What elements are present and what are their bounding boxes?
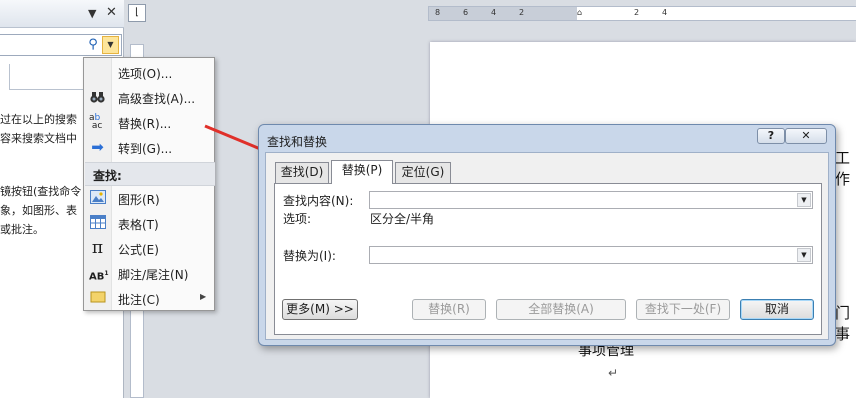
menu-item-label: 批注(C) (118, 293, 160, 307)
menu-item-goto[interactable]: ➡ 转到(G)... (84, 135, 214, 160)
pi-icon: π (91, 238, 104, 258)
menu-item-label: 选项(O)... (118, 67, 173, 81)
menu-item-label: 高级查找(A)... (118, 92, 196, 106)
replace-with-label: 替换为(I): (283, 249, 336, 263)
ruler-tick: 8 (435, 8, 441, 17)
find-what-input[interactable]: ▼ (369, 191, 813, 209)
search-options-menu: 选项(O)... 高级查找(A)... ab ac 替换(R)... ➡ 转到(… (83, 57, 215, 311)
menu-item-find-comments[interactable]: 批注(C) ▶ (84, 286, 214, 311)
nav-pane-menu-icon[interactable]: ▼ (88, 7, 96, 20)
tab-find[interactable]: 查找(D) (275, 162, 329, 183)
replace-icon: ab ac (89, 113, 103, 131)
submenu-arrow-icon: ▶ (200, 292, 207, 301)
ruler-margin (429, 7, 577, 20)
cancel-button[interactable]: 取消 (740, 299, 814, 320)
document-text: 工作 (835, 149, 851, 188)
menu-item-find-tables[interactable]: 表格(T) (84, 211, 214, 236)
nav-help-line: 镜按钮(查找命令 (0, 185, 82, 198)
ruler-tick: 2 (634, 8, 640, 17)
menu-item-find-graphics[interactable]: 图形(R) (84, 186, 214, 211)
menu-item-label: 转到(G)... (118, 142, 173, 156)
menu-item-label: 图形(R) (118, 193, 160, 207)
ruler-tick: 2 (519, 8, 525, 17)
table-icon (89, 215, 106, 232)
menu-item-label: 脚注/尾注(N) (118, 268, 189, 282)
horizontal-ruler: 8 6 4 2 ⌂ 2 4 (428, 6, 856, 21)
search-icon[interactable]: ⚲ (84, 36, 102, 54)
menu-item-find-footnotes[interactable]: AB1 脚注/尾注(N) (84, 261, 214, 286)
ruler-tick: 4 (662, 8, 668, 17)
replace-with-input[interactable]: ▼ (369, 246, 813, 264)
menu-item-label: 公式(E) (118, 243, 159, 257)
ruler-indent-marker[interactable]: ⌂ (577, 8, 582, 17)
menu-item-label: 表格(T) (118, 218, 159, 232)
paragraph-mark: ↵ (608, 366, 619, 380)
find-what-label: 查找内容(N): (283, 194, 354, 208)
dialog-body: 查找(D) 替换(P) 定位(G) 查找内容(N): ▼ 选项: 区分全/半角 … (265, 152, 829, 340)
find-what-dropdown-icon[interactable]: ▼ (797, 193, 811, 207)
menu-item-advanced-find[interactable]: 高级查找(A)... (84, 85, 214, 110)
tab-replace[interactable]: 替换(P) (331, 160, 393, 184)
ruler-tick: 6 (463, 8, 469, 17)
help-button[interactable]: ? (757, 128, 785, 144)
options-value: 区分全/半角 (370, 212, 435, 226)
nav-search-box[interactable]: ⚲ ▼ (0, 34, 122, 56)
replace-button[interactable]: 替换(R) (412, 299, 486, 320)
menu-section-header: 查找: (85, 162, 215, 186)
menu-item-replace[interactable]: ab ac 替换(R)... (84, 110, 214, 135)
search-options-dropdown-icon[interactable]: ▼ (102, 36, 119, 54)
replace-with-dropdown-icon[interactable]: ▼ (797, 248, 811, 262)
menu-item-options[interactable]: 选项(O)... (84, 60, 214, 85)
nav-help-line: 过在以上的搜索 (0, 113, 77, 126)
arrow-right-icon: ➡ (91, 138, 104, 156)
close-button[interactable]: ✕ (785, 128, 827, 144)
menu-item-find-equations[interactable]: π 公式(E) (84, 236, 214, 261)
nav-tab[interactable] (0, 64, 10, 90)
picture-icon (89, 190, 106, 207)
nav-help-line: 或批注。 (0, 223, 44, 236)
nav-pane-close-icon[interactable]: ✕ (106, 5, 117, 20)
find-next-button[interactable]: 查找下一处(F) (636, 299, 730, 320)
document-text: 门事 (835, 304, 851, 343)
more-button[interactable]: 更多(M) >> (282, 299, 358, 320)
tab-selector-icon[interactable]: ⌊ (128, 4, 146, 22)
tab-goto[interactable]: 定位(G) (395, 162, 451, 183)
nav-help-line: 象，如图形、表 (0, 204, 77, 217)
dialog-title: 查找和替换 (267, 135, 328, 149)
binoculars-icon (89, 89, 106, 106)
menu-item-label: 替换(R)... (118, 117, 172, 131)
find-replace-dialog: 查找和替换 ? ✕ 查找(D) 替换(P) 定位(G) 查找内容(N): ▼ 选… (258, 124, 836, 346)
comment-icon (89, 290, 106, 307)
nav-help-line: 容来搜索文档中 (0, 132, 77, 145)
footnote-icon: AB1 (89, 270, 109, 283)
nav-pane-header: ▼ ✕ (0, 0, 124, 28)
ruler-tick: 4 (491, 8, 497, 17)
replace-all-button[interactable]: 全部替换(A) (496, 299, 626, 320)
options-label: 选项: (283, 212, 312, 226)
